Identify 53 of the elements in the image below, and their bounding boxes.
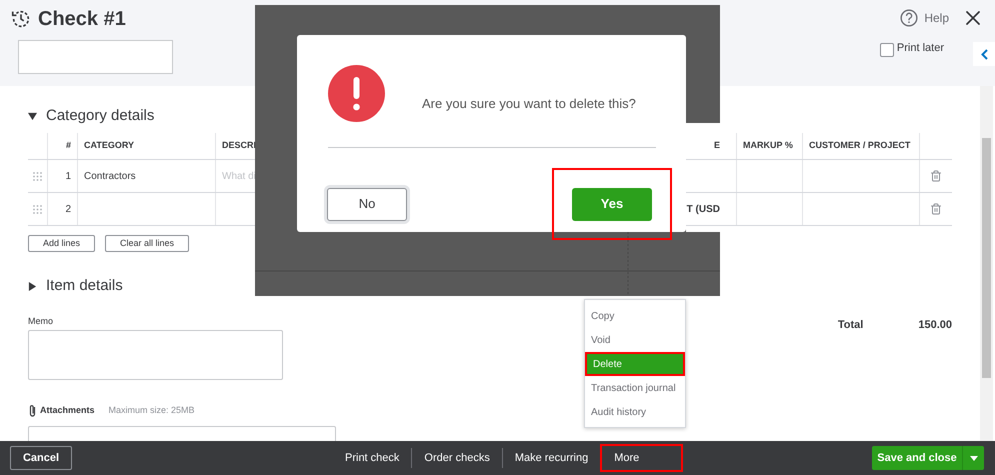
paperclip-icon [28, 404, 37, 418]
column-header: MARKUP % [743, 139, 793, 152]
table-cell-text: Contractors [84, 170, 136, 184]
checkbox[interactable] [880, 43, 894, 57]
menu-item[interactable]: Delete [585, 352, 685, 376]
section-title: Item details [46, 276, 123, 296]
attachments-label: Attachments [40, 404, 95, 418]
drag-handle-icon[interactable] [33, 172, 42, 180]
table-cell-text: T (USD [686, 202, 720, 216]
help-link[interactable]: Help [924, 9, 949, 27]
table-action-button[interactable]: Clear all lines [105, 235, 190, 252]
page-title: Check #1 [38, 7, 126, 32]
cancel-button[interactable]: Cancel [10, 446, 72, 470]
chevron-left-icon [980, 48, 988, 60]
scrollbar[interactable] [980, 86, 993, 441]
footer-action[interactable]: Make recurring [502, 444, 600, 472]
menu-item[interactable]: Transaction journal [585, 376, 685, 400]
dialog-message: Are you sure you want to delete this? [422, 94, 636, 113]
drag-handle-icon[interactable] [33, 204, 42, 214]
attachments-hint: Maximum size: 25MB [108, 404, 195, 418]
row-number: 2 [65, 202, 71, 216]
payee-field[interactable] [18, 40, 173, 74]
footer-action[interactable]: More [600, 444, 684, 472]
footer-action[interactable]: Order checks [412, 444, 502, 472]
alert-icon [328, 65, 385, 122]
total-label: Total [838, 318, 864, 331]
field-label: Memo [28, 315, 54, 327]
trash-icon[interactable] [930, 203, 942, 215]
row-number: 1 [65, 170, 71, 184]
collapse-triangle-icon[interactable] [28, 112, 37, 120]
table-action-button[interactable]: Add lines [28, 235, 96, 252]
column-header: DESCRI [222, 139, 256, 152]
history-clock-icon[interactable] [10, 8, 32, 30]
footer-action[interactable]: Print check [333, 444, 412, 472]
menu-item[interactable]: Audit history [585, 400, 685, 424]
column-header: CATEGORY [84, 139, 134, 152]
expand-triangle-icon[interactable] [28, 282, 37, 290]
save-and-close-button[interactable]: Save and close [872, 446, 962, 470]
column-header: # [66, 139, 71, 152]
section-title: Category details [46, 106, 154, 126]
help-icon[interactable] [900, 9, 918, 27]
memo-field[interactable] [28, 330, 283, 380]
confirm-button[interactable]: Yes [572, 188, 652, 220]
column-header: CUSTOMER / PROJECT [809, 139, 910, 152]
trash-icon[interactable] [930, 170, 942, 182]
total-amount: 150.00 [918, 318, 952, 331]
column-header: E [714, 139, 720, 152]
sidebar-toggle[interactable] [973, 42, 995, 66]
caret-down-icon [970, 456, 978, 460]
save-options-button[interactable] [962, 446, 984, 470]
menu-item[interactable]: Void [585, 328, 685, 352]
checkbox-label: Print later [896, 40, 944, 56]
menu-item[interactable]: Copy [585, 304, 685, 328]
